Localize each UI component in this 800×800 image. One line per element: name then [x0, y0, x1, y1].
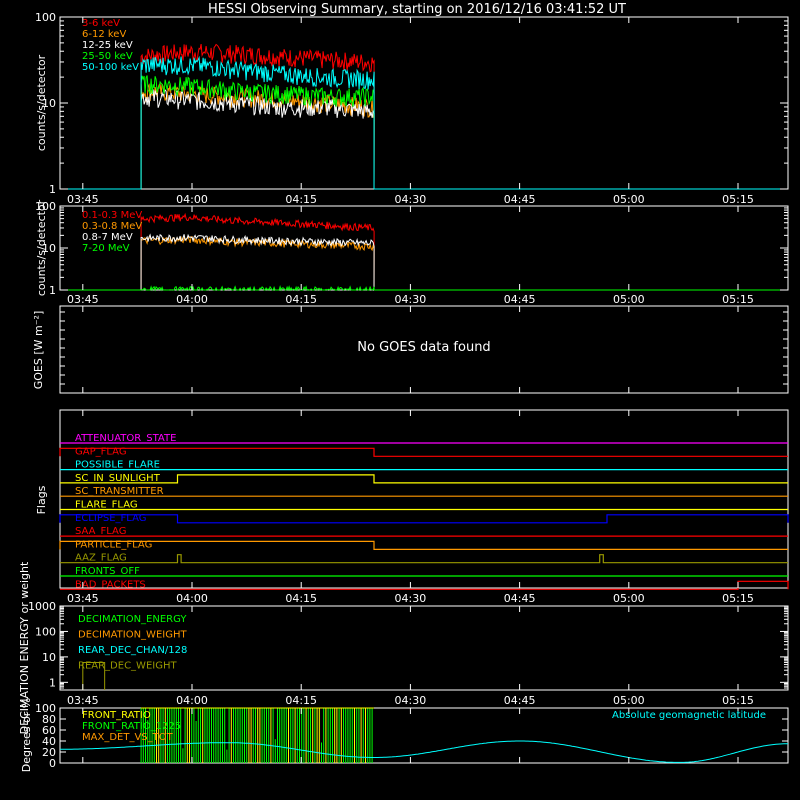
series-line-0 — [140, 212, 375, 291]
panel4-ylabel: Flags — [35, 485, 48, 514]
ytick-label-1: 10 — [42, 651, 56, 664]
panel-flags: Flags ATTENUATOR_STATEGAP_FLAGPOSSIBLE_F… — [35, 409, 789, 605]
legend-2: MAX_DET_VS_TOT — [82, 732, 174, 743]
legend-0: DECIMATION_ENERGY — [78, 614, 187, 625]
legend-2: 0.8-7 MeV — [82, 232, 133, 243]
ytick-label-3: 1000 — [28, 600, 56, 613]
panel5-legend: DECIMATION_ENERGY DECIMATION_WEIGHT REAR_D… — [78, 614, 187, 672]
xtick-label-1: 04:00 — [176, 592, 208, 605]
panel2-legend: 0.1-0.3 MeV0.3-0.8 MeV0.8-7 MeV7-20 MeV — [82, 210, 142, 254]
xtick-label-0: 03:45 — [67, 592, 99, 605]
legend-0: 0.1-0.3 MeV — [82, 210, 142, 221]
flag-label-5: FLARE_FLAG — [75, 500, 138, 511]
flag-label-10: FRONTS_OFF — [75, 566, 140, 577]
panel1-frame — [59, 16, 789, 190]
xtick-label-6: 05:15 — [722, 193, 754, 206]
panel1-xticks: 03:45 04:00 04:15 04:30 04:45 05:00 05:15 — [67, 17, 754, 206]
legend-3: Absolute geomagnetic latitude — [612, 710, 766, 721]
xtick-label-3: 04:30 — [395, 592, 427, 605]
flag-line-9 — [60, 554, 788, 564]
ytick-label-0: 1 — [49, 676, 56, 689]
ytick-label-0: 1 — [49, 183, 56, 196]
xtick-label-5: 05:00 — [613, 592, 645, 605]
flag-label-9: AAZ_FLAG — [75, 553, 127, 564]
xtick-label-6: 05:15 — [722, 592, 754, 605]
xtick-label-5: 05:00 — [613, 193, 645, 206]
ytick-label-2: 100 — [35, 200, 56, 213]
xtick-label-4: 04:45 — [504, 193, 536, 206]
panel2-xticks: 03:45 04:00 04:15 04:30 04:45 05:00 05:15 — [67, 206, 754, 306]
xtick-label-4: 04:45 — [504, 592, 536, 605]
panel3-ylabel: GOES [W m⁻²] — [32, 311, 45, 390]
flag-label-2: POSSIBLE_FLARE — [75, 460, 160, 471]
xtick-label-2: 04:15 — [285, 592, 317, 605]
flag-label-11: BAD_PACKETS — [75, 579, 146, 590]
xtick-label-0: 03:45 — [67, 293, 99, 306]
flag-label-0: ATTENUATOR_STATE — [75, 433, 176, 444]
flag-line-1 — [59, 447, 788, 457]
panel4-flag-lines: ATTENUATOR_STATEGAP_FLAGPOSSIBLE_FLARESC… — [59, 433, 789, 590]
xtick-label-2: 04:15 — [285, 193, 317, 206]
xtick-label-1: 04:00 — [176, 193, 208, 206]
xtick-label-3: 04:30 — [395, 694, 427, 707]
xtick-label-5: 05:00 — [613, 293, 645, 306]
xtick-label-1: 04:00 — [176, 293, 208, 306]
panel2-series — [60, 212, 788, 292]
xtick-label-4: 04:45 — [504, 293, 536, 306]
xtick-label-0: 03:45 — [67, 694, 99, 707]
ytick-label-0: 1 — [49, 284, 56, 297]
legend-2: 12-25 keV — [82, 40, 133, 51]
hessi-summary-plot: HESSI Observing Summary, starting on 201… — [18, 2, 789, 772]
panel-xray-low: counts/s/detector 110100 3-6 keV6-12 keV… — [35, 11, 789, 206]
legend-1: 0.3-0.8 MeV — [82, 221, 142, 232]
xtick-label-3: 04:30 — [395, 193, 427, 206]
series-line-2 — [140, 233, 375, 291]
panel1-series — [60, 43, 788, 190]
ytick-label-2: 100 — [35, 625, 56, 638]
legend-1: FRONT_RATIO_1225 — [82, 721, 181, 732]
legend-1: DECIMATION_WEIGHT — [78, 630, 187, 641]
panel6-ylabel: Degrees or % — [20, 698, 33, 772]
panel1-legend: 3-6 keV6-12 keV12-25 keV25-50 keV50-100 … — [82, 18, 139, 73]
flag-line-6 — [59, 514, 789, 524]
panel-goes: GOES [W m⁻²] No GOES data found — [32, 305, 789, 394]
legend-2: REAR_DEC_CHAN/128 — [78, 645, 187, 656]
legend-0: FRONT_RATIO — [82, 710, 151, 721]
panel-gamma: counts/s/detector 110100 0.1-0.3 MeV0.3-… — [35, 199, 789, 306]
legend-3: 25-50 keV — [82, 51, 133, 62]
ytick-label-5: 100 — [35, 702, 56, 715]
xtick-label-5: 05:00 — [613, 694, 645, 707]
legend-3: 7-20 MeV — [82, 243, 130, 254]
xtick-label-6: 05:15 — [722, 694, 754, 707]
flag-label-3: SC_IN_SUNLIGHT — [75, 473, 161, 484]
series-line-1 — [140, 82, 375, 190]
legend-0: 3-6 keV — [82, 18, 120, 29]
xtick-label-2: 04:15 — [285, 694, 317, 707]
xtick-label-2: 04:15 — [285, 293, 317, 306]
xtick-label-0: 03:45 — [67, 193, 99, 206]
xtick-label-3: 04:30 — [395, 293, 427, 306]
flag-line-3 — [60, 474, 788, 484]
plot-title: HESSI Observing Summary, starting on 201… — [208, 2, 626, 17]
no-goes-message: No GOES data found — [357, 340, 490, 355]
xtick-label-4: 04:45 — [504, 694, 536, 707]
ytick-label-2: 100 — [35, 11, 56, 24]
panel1-yticks: 1 10 100 — [35, 11, 788, 196]
panel-ratios: Degrees or % 020406080100 FRONT_RATIOFRO… — [20, 698, 789, 772]
xtick-label-1: 04:00 — [176, 694, 208, 707]
legend-4: 50-100 keV — [82, 62, 139, 73]
ytick-label-1: 10 — [42, 97, 56, 110]
panel2-yticks: 1 10 100 — [35, 200, 788, 297]
legend-3: REAR_DEC_WEIGHT — [78, 661, 177, 672]
flag-line-8 — [59, 540, 788, 550]
flag-label-7: SAA_FLAG — [75, 526, 126, 537]
ytick-label-1: 10 — [42, 242, 56, 255]
series-line-4 — [140, 55, 375, 190]
xtick-label-6: 05:15 — [722, 293, 754, 306]
legend-1: 6-12 keV — [82, 29, 126, 40]
flag-label-4: SC_TRANSMITTER — [75, 486, 164, 497]
